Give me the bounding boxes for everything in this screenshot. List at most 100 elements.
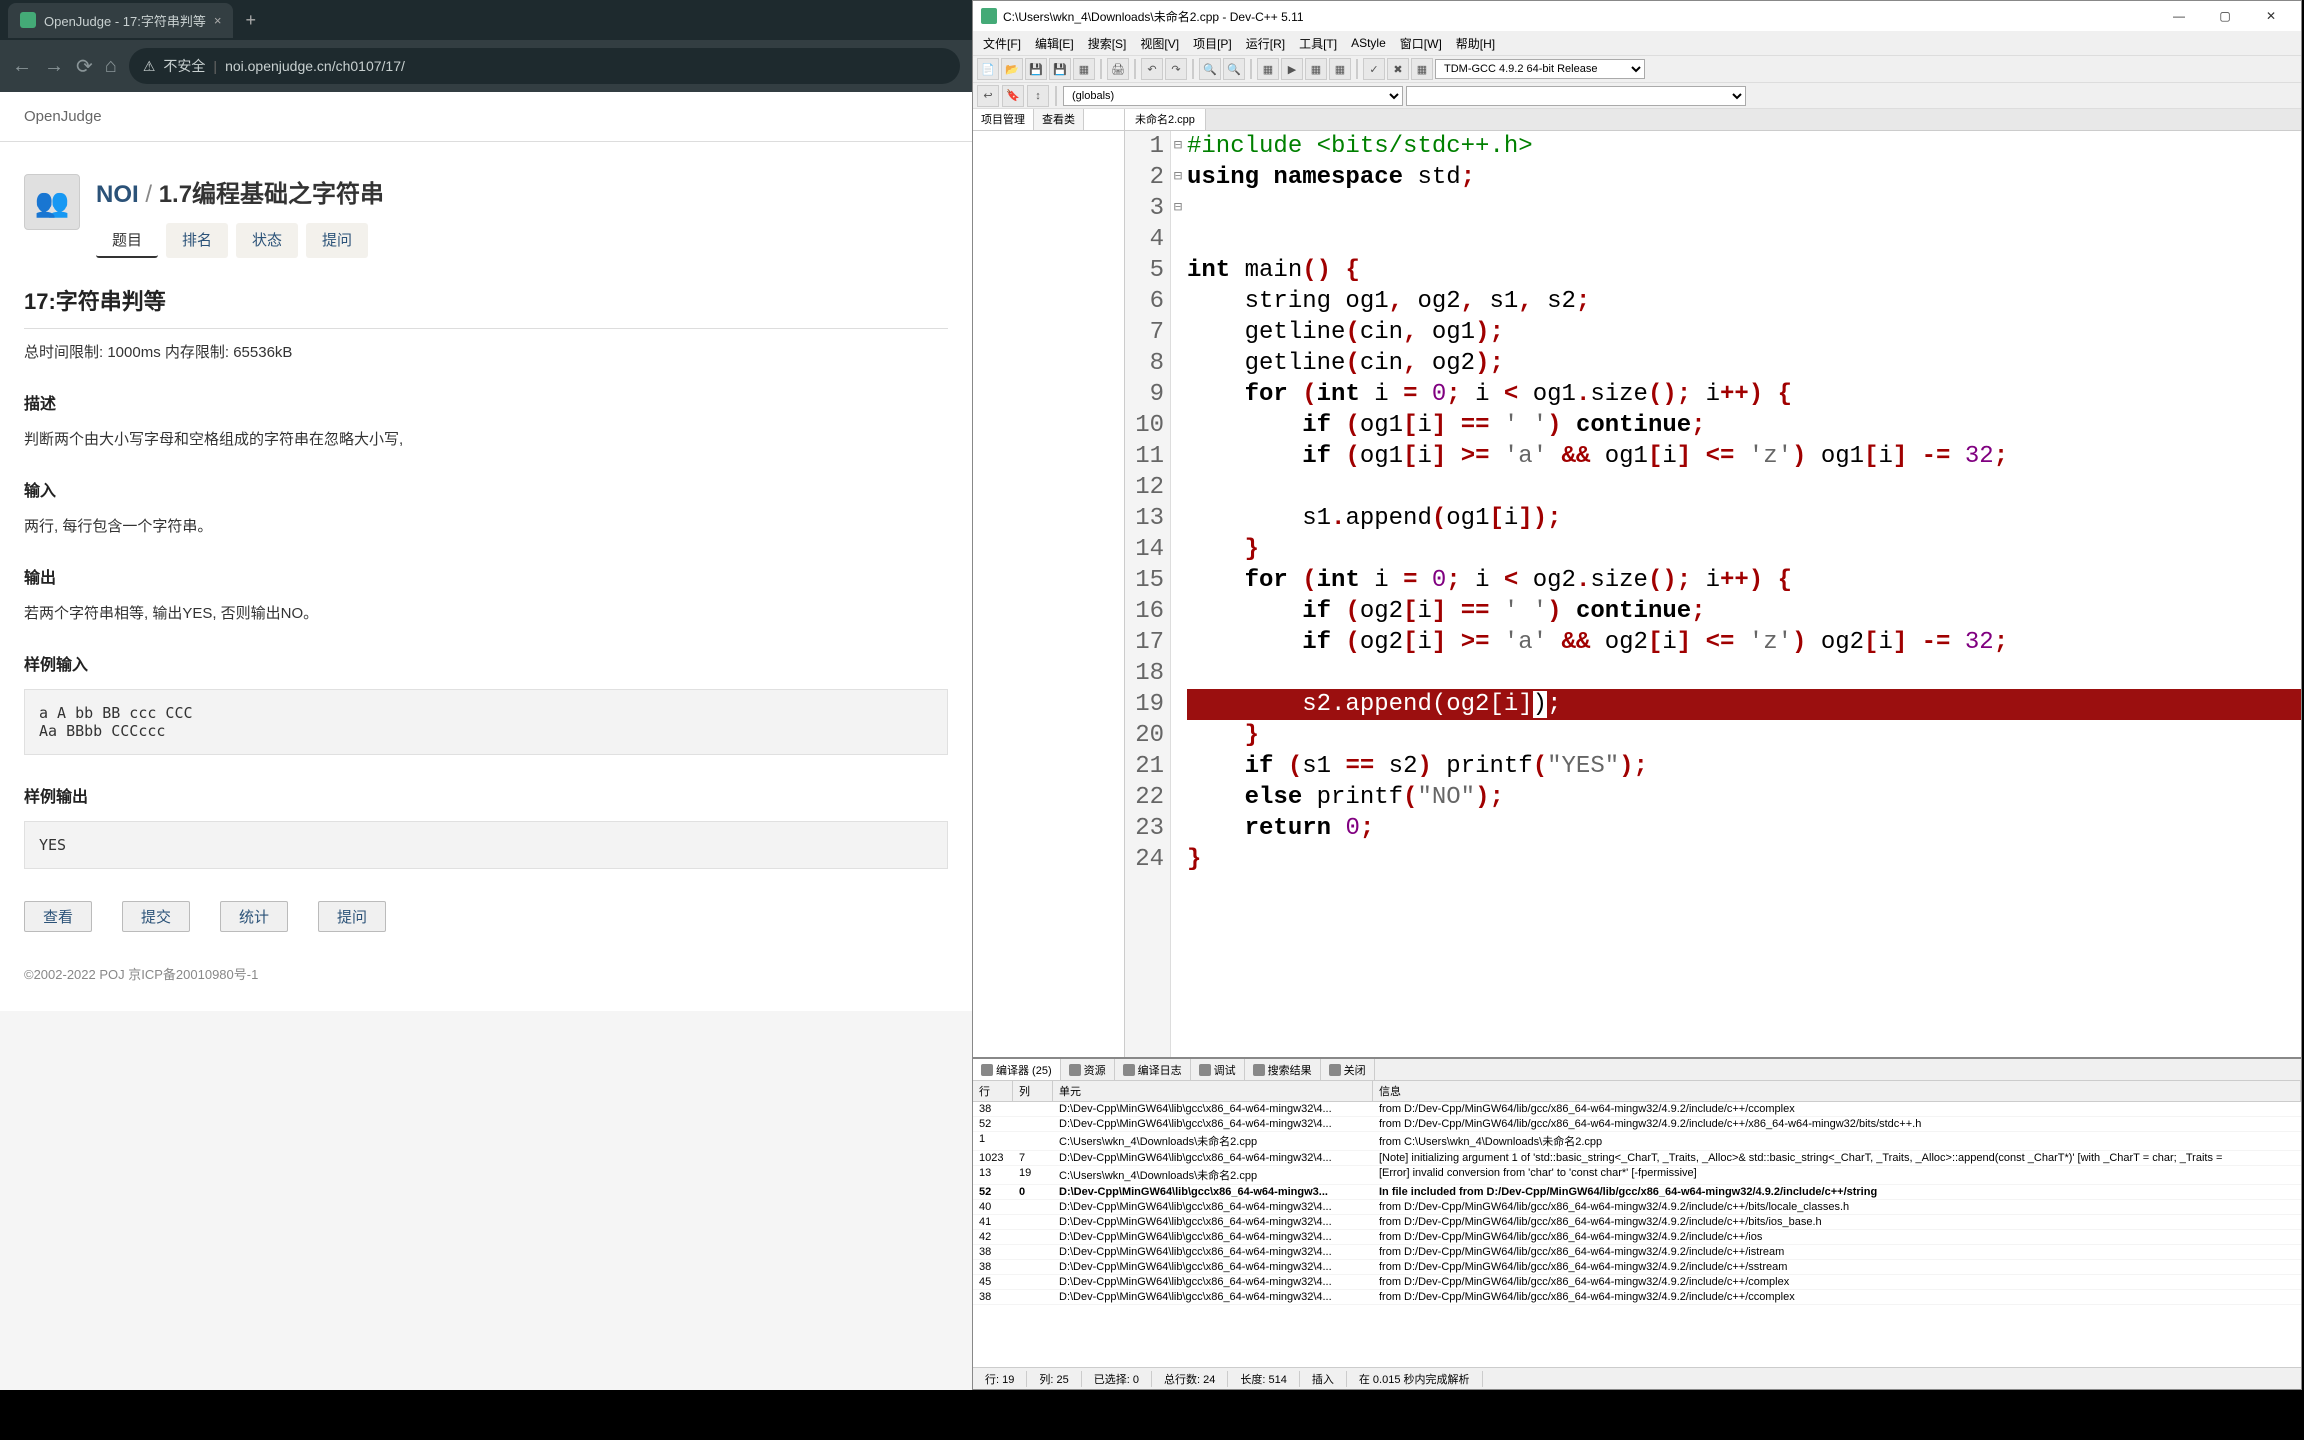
action-button-3[interactable]: 提问: [318, 901, 386, 932]
compiler-row[interactable]: 1C:\Users\wkn_4\Downloads\未命名2.cppfrom C…: [973, 1132, 2301, 1151]
sidebar-tab[interactable]: 项目管理: [973, 109, 1034, 130]
menu-item[interactable]: 文件[F]: [977, 33, 1027, 54]
compiler-select[interactable]: TDM-GCC 4.9.2 64-bit Release: [1435, 59, 1645, 79]
menu-item[interactable]: 运行[R]: [1240, 33, 1291, 54]
undo-icon[interactable]: ↶: [1141, 58, 1163, 80]
reload-button[interactable]: ⟳: [76, 54, 93, 79]
titlebar[interactable]: C:\Users\wkn_4\Downloads\未命名2.cpp - Dev-…: [973, 1, 2301, 31]
compiler-row[interactable]: 45D:\Dev-Cpp\MinGW64\lib\gcc\x86_64-w64-…: [973, 1275, 2301, 1290]
menu-item[interactable]: 搜索[S]: [1082, 33, 1133, 54]
compiler-row[interactable]: 52D:\Dev-Cpp\MinGW64\lib\gcc\x86_64-w64-…: [973, 1117, 2301, 1132]
close-icon[interactable]: ×: [214, 13, 222, 28]
group-avatar: 👥: [24, 174, 80, 230]
input-heading: 输入: [24, 457, 948, 507]
page-tab-1[interactable]: 排名: [166, 223, 228, 258]
editor-tab[interactable]: 未命名2.cpp: [1125, 109, 1206, 130]
menu-item[interactable]: 工具[T]: [1293, 33, 1343, 54]
window-title: C:\Users\wkn_4\Downloads\未命名2.cpp - Dev-…: [1003, 8, 1304, 25]
action-buttons: 查看提交统计提问: [24, 877, 948, 956]
limits-text: 总时间限制: 1000ms 内存限制: 65536kB: [24, 333, 948, 370]
output-heading: 输出: [24, 544, 948, 594]
action-button-0[interactable]: 查看: [24, 901, 92, 932]
debug-icon[interactable]: ✓: [1363, 58, 1385, 80]
input-text: 两行, 每行包含一个字符串。: [24, 507, 948, 544]
page-tab-0[interactable]: 题目: [96, 223, 158, 258]
compile-run-icon[interactable]: ▦: [1305, 58, 1327, 80]
browser-window: OpenJudge - 17:字符串判等 × + ← → ⟳ ⌂ ⚠ 不安全 |…: [0, 0, 972, 1390]
browser-toolbar: ← → ⟳ ⌂ ⚠ 不安全 | noi.openjudge.cn/ch0107/…: [0, 40, 972, 92]
compiler-row[interactable]: 41D:\Dev-Cpp\MinGW64\lib\gcc\x86_64-w64-…: [973, 1215, 2301, 1230]
goto-line-icon[interactable]: ↕: [1027, 85, 1049, 107]
problem-title: 17:字符串判等: [24, 270, 948, 324]
replace-icon[interactable]: 🔍: [1223, 58, 1245, 80]
compiler-row[interactable]: 38D:\Dev-Cpp\MinGW64\lib\gcc\x86_64-w64-…: [973, 1102, 2301, 1117]
browser-tab-strip: OpenJudge - 17:字符串判等 × +: [0, 0, 972, 40]
stop-icon[interactable]: ✖: [1387, 58, 1409, 80]
page-tab-3[interactable]: 提问: [306, 223, 368, 258]
desc-text: 判断两个由大小写字母和空格组成的字符串在忽略大小写,: [24, 420, 948, 457]
menubar: 文件[F]编辑[E]搜索[S]视图[V]项目[P]运行[R]工具[T]AStyl…: [973, 31, 2301, 55]
site-title[interactable]: OpenJudge: [24, 108, 102, 125]
menu-item[interactable]: AStyle: [1345, 34, 1392, 52]
open-icon[interactable]: 📂: [1001, 58, 1023, 80]
new-tab-button[interactable]: +: [233, 10, 268, 31]
compiler-row[interactable]: 38D:\Dev-Cpp\MinGW64\lib\gcc\x86_64-w64-…: [973, 1245, 2301, 1260]
bottom-tab[interactable]: 关闭: [1321, 1059, 1375, 1080]
output-text: 若两个字符串相等, 输出YES, 否则输出NO。: [24, 594, 948, 631]
compiler-row[interactable]: 42D:\Dev-Cpp\MinGW64\lib\gcc\x86_64-w64-…: [973, 1230, 2301, 1245]
profile-icon[interactable]: ▦: [1411, 58, 1433, 80]
menu-item[interactable]: 窗口[W]: [1394, 33, 1448, 54]
compile-icon[interactable]: ▦: [1257, 58, 1279, 80]
menu-item[interactable]: 视图[V]: [1134, 33, 1185, 54]
browser-tab[interactable]: OpenJudge - 17:字符串判等 ×: [8, 3, 233, 38]
rebuild-icon[interactable]: ▦: [1329, 58, 1351, 80]
action-button-2[interactable]: 统计: [220, 901, 288, 932]
site-header: OpenJudge: [0, 92, 972, 142]
goto-icon[interactable]: ↩: [977, 85, 999, 107]
minimize-button[interactable]: —: [2157, 2, 2201, 30]
bottom-tab[interactable]: 调试: [1191, 1059, 1245, 1080]
bookmark-icon[interactable]: 🔖: [1002, 85, 1024, 107]
toolbar-main: 📄 📂 💾 💾 ▦ 🖨 ↶ ↷ 🔍 🔍 ▦ ▶ ▦ ▦ ✓ ✖ ▦ TDM-GC…: [973, 55, 2301, 83]
close-button[interactable]: ✕: [2249, 2, 2293, 30]
compiler-row[interactable]: 38D:\Dev-Cpp\MinGW64\lib\gcc\x86_64-w64-…: [973, 1290, 2301, 1305]
sidebar-tab[interactable]: 查看类: [1034, 109, 1084, 130]
bottom-tab[interactable]: 编译器 (25): [973, 1059, 1061, 1080]
print-icon[interactable]: 🖨: [1107, 58, 1129, 80]
app-icon: [981, 8, 997, 24]
forward-button[interactable]: →: [44, 55, 64, 78]
redo-icon[interactable]: ↷: [1165, 58, 1187, 80]
toolbar-secondary: ↩ 🔖 ↕ (globals): [973, 83, 2301, 109]
compiler-row[interactable]: 520D:\Dev-Cpp\MinGW64\lib\gcc\x86_64-w64…: [973, 1185, 2301, 1200]
menu-item[interactable]: 帮助[H]: [1450, 33, 1501, 54]
bottom-tab[interactable]: 资源: [1061, 1059, 1115, 1080]
compiler-row[interactable]: 40D:\Dev-Cpp\MinGW64\lib\gcc\x86_64-w64-…: [973, 1200, 2301, 1215]
menu-item[interactable]: 项目[P]: [1187, 33, 1238, 54]
home-button[interactable]: ⌂: [105, 55, 117, 78]
breadcrumb-sub[interactable]: 1.7编程基础之字符串: [159, 181, 384, 208]
menu-item[interactable]: 编辑[E]: [1029, 33, 1080, 54]
compiler-output[interactable]: 行列单元信息 38D:\Dev-Cpp\MinGW64\lib\gcc\x86_…: [973, 1081, 2301, 1367]
url-bar[interactable]: ⚠ 不安全 | noi.openjudge.cn/ch0107/17/: [129, 48, 960, 84]
new-project-icon[interactable]: ▦: [1073, 58, 1095, 80]
back-button[interactable]: ←: [12, 55, 32, 78]
find-icon[interactable]: 🔍: [1199, 58, 1221, 80]
bottom-tab[interactable]: 搜索结果: [1245, 1059, 1321, 1080]
action-button-1[interactable]: 提交: [122, 901, 190, 932]
page-tab-2[interactable]: 状态: [236, 223, 298, 258]
compiler-row[interactable]: 10237D:\Dev-Cpp\MinGW64\lib\gcc\x86_64-w…: [973, 1151, 2301, 1166]
compiler-row[interactable]: 1319C:\Users\wkn_4\Downloads\未命名2.cpp[Er…: [973, 1166, 2301, 1185]
new-file-icon[interactable]: 📄: [977, 58, 999, 80]
code-editor[interactable]: 123456789101112131415161718192021222324 …: [1125, 131, 2301, 1057]
run-icon[interactable]: ▶: [1281, 58, 1303, 80]
members-select[interactable]: [1406, 86, 1746, 106]
maximize-button[interactable]: ▢: [2203, 2, 2247, 30]
bottom-tab[interactable]: 编译日志: [1115, 1059, 1191, 1080]
breadcrumb-main[interactable]: NOI: [96, 181, 139, 208]
bottom-panel: 编译器 (25)资源编译日志调试搜索结果关闭 行列单元信息 38D:\Dev-C…: [973, 1057, 2301, 1367]
save-all-icon[interactable]: 💾: [1049, 58, 1071, 80]
compiler-row[interactable]: 38D:\Dev-Cpp\MinGW64\lib\gcc\x86_64-w64-…: [973, 1260, 2301, 1275]
save-icon[interactable]: 💾: [1025, 58, 1047, 80]
globals-select[interactable]: (globals): [1063, 86, 1403, 106]
url-text: noi.openjudge.cn/ch0107/17/: [225, 58, 405, 74]
